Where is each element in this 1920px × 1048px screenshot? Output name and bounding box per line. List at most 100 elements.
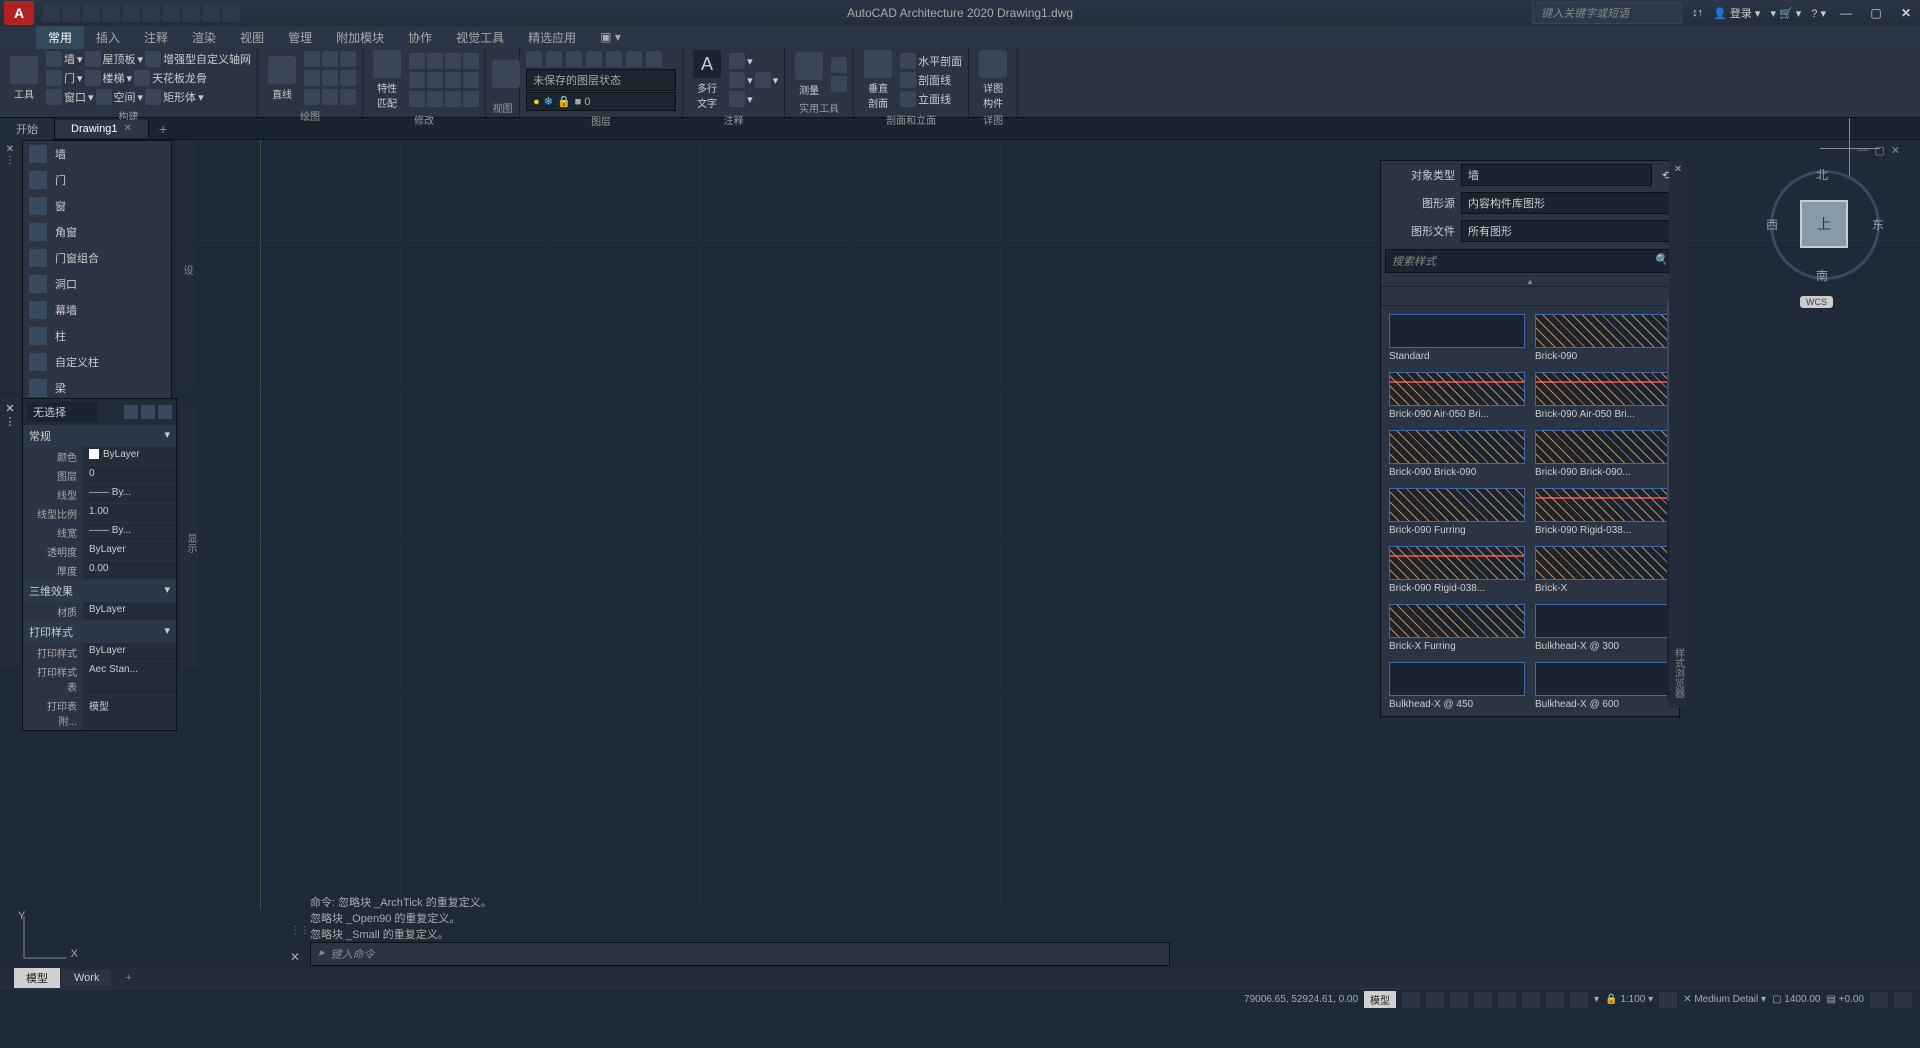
sectionline-icon[interactable] bbox=[900, 72, 916, 88]
snap-toggle-icon[interactable] bbox=[1426, 992, 1444, 1008]
tab-home[interactable]: 常用 bbox=[36, 26, 84, 49]
tag-icon[interactable] bbox=[755, 72, 771, 88]
region-icon[interactable] bbox=[322, 89, 338, 105]
stretch-icon[interactable] bbox=[445, 53, 461, 69]
elevation-readout[interactable]: ▤ +0.00 bbox=[1826, 994, 1864, 1005]
palette-item-door[interactable]: 门 bbox=[23, 167, 171, 193]
door-button[interactable]: 门 bbox=[64, 70, 75, 86]
display-config-button[interactable]: ✕ Medium Detail ▾ bbox=[1683, 994, 1766, 1005]
window-icon[interactable] bbox=[46, 89, 62, 105]
dyn-toggle-icon[interactable] bbox=[1546, 992, 1564, 1008]
spline-icon[interactable] bbox=[340, 51, 356, 67]
close-button[interactable]: ✕ bbox=[1896, 5, 1916, 21]
dim-icon[interactable] bbox=[729, 53, 745, 69]
layer-combo[interactable]: ● ❄ 🔒 ■ 0 bbox=[526, 92, 676, 111]
work-layout-tab[interactable]: Work bbox=[62, 970, 111, 986]
ceiling-button[interactable]: 天花板龙骨 bbox=[152, 70, 207, 86]
section-button[interactable]: 垂直 剖面 bbox=[860, 50, 896, 110]
vp-close-icon[interactable]: ✕ bbox=[1891, 144, 1900, 157]
props-group-general[interactable]: 常规▾ bbox=[23, 425, 176, 447]
drawing-canvas[interactable]: ✕⋮ 墙 门 窗 角窗 门窗组合 洞口 幕墙 柱 自定义柱 梁 设 ✕⋮ 无选择… bbox=[0, 140, 1920, 910]
move-icon[interactable] bbox=[409, 53, 425, 69]
style-item[interactable]: Brick-090 Air-050 Bri... bbox=[1389, 372, 1525, 420]
saveas-icon[interactable] bbox=[102, 4, 120, 22]
polar-toggle-icon[interactable] bbox=[1474, 992, 1492, 1008]
detail-button[interactable]: 详图 构件 bbox=[975, 50, 1011, 110]
rotate-icon[interactable] bbox=[409, 72, 425, 88]
model-tab[interactable]: 模型 bbox=[14, 968, 60, 988]
login-button[interactable]: 👤 登录 ▾ bbox=[1713, 5, 1760, 21]
extend-icon[interactable] bbox=[463, 72, 479, 88]
palette-item-window[interactable]: 窗 bbox=[23, 193, 171, 219]
wall-icon[interactable] bbox=[46, 51, 62, 67]
grid-toggle-icon[interactable] bbox=[1402, 992, 1420, 1008]
prop-material-value[interactable]: ByLayer bbox=[83, 602, 176, 621]
tab-view[interactable]: 视图 bbox=[228, 26, 276, 49]
ceiling-icon[interactable] bbox=[134, 70, 150, 86]
custom-grid-button[interactable]: 增强型自定义轴网 bbox=[163, 51, 251, 67]
door-icon[interactable] bbox=[46, 70, 62, 86]
roof-icon[interactable] bbox=[85, 51, 101, 67]
hsection-icon[interactable] bbox=[900, 53, 916, 69]
tab-collapse-icon[interactable]: ▣ ▾ bbox=[588, 27, 633, 47]
prop-plotstyle-value[interactable]: ByLayer bbox=[83, 643, 176, 662]
undo-icon[interactable] bbox=[162, 4, 180, 22]
tab-featured[interactable]: 精选应用 bbox=[516, 26, 588, 49]
polyline-icon[interactable] bbox=[304, 70, 320, 86]
props-handle[interactable]: ✕⋮ bbox=[0, 398, 20, 668]
mirror-icon[interactable] bbox=[427, 72, 443, 88]
array-icon[interactable] bbox=[445, 91, 461, 107]
prop-linetype-value[interactable]: —— By... bbox=[83, 485, 176, 504]
props-selobj-icon[interactable] bbox=[158, 405, 172, 419]
fillet-icon[interactable] bbox=[409, 91, 425, 107]
connectivity-icon[interactable]: ↕↑ bbox=[1692, 7, 1703, 19]
coords-readout[interactable]: 79006.65, 52924.61, 0.00 bbox=[1244, 994, 1358, 1005]
layer-ico5[interactable] bbox=[606, 51, 622, 67]
tab-collaborate[interactable]: 协作 bbox=[396, 26, 444, 49]
palette-close-icon[interactable]: ✕ bbox=[6, 144, 14, 155]
prop-plottable-value[interactable]: Aec Stan... bbox=[83, 662, 176, 696]
modelspace-toggle[interactable]: 模型 bbox=[1364, 991, 1396, 1008]
props-selection-combo[interactable]: 无选择 bbox=[27, 402, 97, 422]
roof-button[interactable]: 屋顶板 bbox=[103, 51, 136, 67]
style-item[interactable]: Brick-X Furring bbox=[1389, 604, 1525, 652]
close-icon[interactable]: ✕ bbox=[123, 123, 131, 134]
palette-item-wall[interactable]: 墙 bbox=[23, 141, 171, 167]
style-item[interactable]: Brick-090 Furring bbox=[1389, 488, 1525, 536]
copy-icon[interactable] bbox=[427, 53, 443, 69]
layer-ico6[interactable] bbox=[626, 51, 642, 67]
layer-ico7[interactable] bbox=[646, 51, 662, 67]
box-button[interactable]: 矩形体 bbox=[163, 89, 196, 105]
vp-minimize-icon[interactable]: — bbox=[1857, 144, 1868, 157]
props-group-plot[interactable]: 打印样式▾ bbox=[23, 621, 176, 643]
drawing-file-combo[interactable]: 所有图形 bbox=[1461, 220, 1675, 242]
help-search-input[interactable]: 键入关键字或短语 bbox=[1532, 2, 1682, 24]
style-item[interactable]: Brick-090 Brick-090... bbox=[1535, 430, 1671, 478]
tab-addins[interactable]: 附加模块 bbox=[324, 26, 396, 49]
redo-icon[interactable] bbox=[182, 4, 200, 22]
matchprop-button[interactable]: 特性 匹配 bbox=[369, 50, 405, 110]
new-icon[interactable] bbox=[42, 4, 60, 22]
props-pickadd-icon[interactable] bbox=[141, 405, 155, 419]
measure-button[interactable]: 测量 bbox=[791, 50, 827, 98]
elevation-icon[interactable] bbox=[900, 91, 916, 107]
prop-color-value[interactable]: ByLayer bbox=[83, 447, 176, 466]
project-icon[interactable] bbox=[122, 4, 140, 22]
space-icon[interactable] bbox=[96, 89, 112, 105]
otrack-toggle-icon[interactable] bbox=[1522, 992, 1540, 1008]
line-button[interactable]: 直线 bbox=[264, 50, 300, 106]
prop-plotattach-value[interactable]: 模型 bbox=[83, 696, 176, 730]
new-tab-button[interactable]: + bbox=[149, 118, 177, 140]
layer-ico4[interactable] bbox=[586, 51, 602, 67]
palette-item-curtainwall[interactable]: 幕墙 bbox=[23, 297, 171, 323]
tab-render[interactable]: 渲染 bbox=[180, 26, 228, 49]
leader-icon[interactable] bbox=[729, 72, 745, 88]
viewcube[interactable]: 上 北 南 东 西 WCS bbox=[1760, 160, 1890, 290]
hsection-button[interactable]: 水平剖面 bbox=[918, 53, 962, 69]
layer-ico3[interactable] bbox=[566, 51, 582, 67]
wcs-button[interactable]: WCS bbox=[1800, 296, 1833, 308]
qat-more-icon[interactable] bbox=[222, 4, 240, 22]
vp-restore-icon[interactable]: ▢ bbox=[1874, 144, 1884, 157]
rect-icon[interactable] bbox=[322, 70, 338, 86]
viewcube-face[interactable]: 上 bbox=[1800, 200, 1848, 248]
